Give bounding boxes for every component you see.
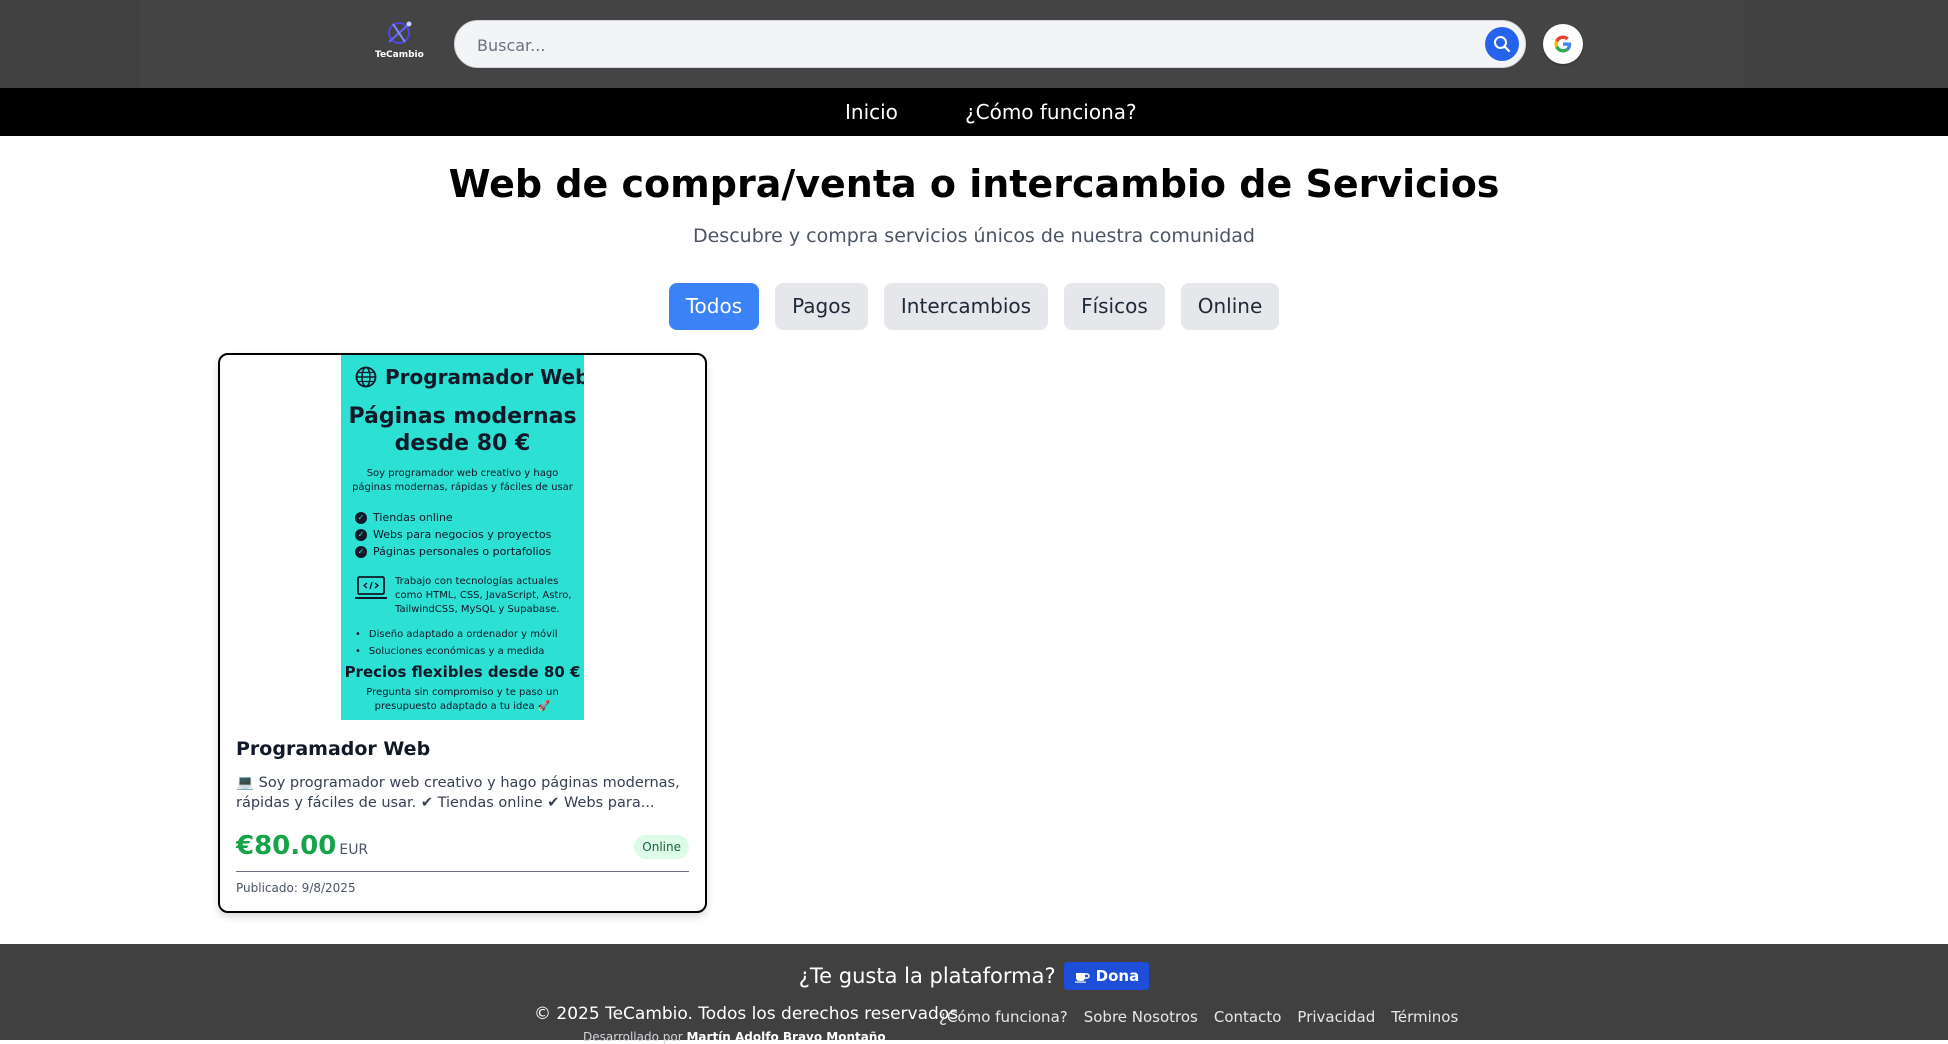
check-circle-icon: ✓ — [355, 545, 367, 558]
image-heading-text: Programador Web — [385, 365, 584, 389]
image-check-text: Tiendas online — [373, 511, 453, 524]
page-title: Web de compra/venta o intercambio de Ser… — [448, 162, 1500, 206]
image-prices: Precios flexibles desde 80 € — [344, 663, 581, 681]
check-circle-icon: ✓ — [355, 511, 367, 524]
footer-link-como-funciona[interactable]: ¿Cómo funciona? — [939, 1008, 1068, 1026]
logo-text: TeCambio — [375, 50, 424, 60]
footer-link-privacidad[interactable]: Privacidad — [1297, 1008, 1375, 1026]
image-bullet-item: Soluciones económicas y a medida — [355, 643, 558, 660]
image-tech-line: TailwindCSS, MySQL y Supabase. — [395, 604, 560, 615]
check-circle-icon: ✓ — [355, 528, 367, 541]
coffee-icon — [1074, 973, 1090, 983]
laptop-code-icon — [355, 576, 387, 599]
footer-link-contacto[interactable]: Contacto — [1214, 1008, 1282, 1026]
nav-item-como-funciona[interactable]: ¿Cómo funciona? — [965, 88, 1137, 136]
image-checklist: ✓ Tiendas online ✓ Webs para negocios y pr… — [355, 509, 551, 560]
page-subtitle: Descubre y compra servicios únicos de nu… — [692, 225, 1255, 247]
image-check-item: ✓ Tiendas online — [355, 509, 551, 526]
filter-intercambios[interactable]: Intercambios — [883, 283, 1049, 330]
image-check-item: ✓ Webs para negocios y proyectos — [355, 526, 551, 543]
service-title[interactable]: Programador Web — [236, 738, 430, 760]
google-login-button[interactable] — [1543, 24, 1583, 64]
status-badge: Online — [634, 835, 689, 859]
image-intro: Soy programador web creativo y hago pági… — [341, 467, 584, 495]
image-headline-line: Páginas modernas — [348, 404, 577, 429]
service-price: €80.00 EUR — [236, 831, 368, 861]
published-date: Publicado: 9/8/2025 — [236, 881, 356, 895]
donate-question: ¿Te gusta la plataforma? — [798, 964, 1056, 988]
filter-pagos[interactable]: Pagos — [775, 283, 868, 330]
main-nav: Inicio ¿Cómo funciona? — [0, 88, 1948, 136]
developer-name: Martín Adolfo Bravo Montaño — [686, 1030, 886, 1044]
service-card[interactable]: Programador Web Páginas modernas desde 8… — [218, 353, 707, 913]
image-check-text: Páginas personales o portafolios — [373, 545, 552, 558]
filter-online[interactable]: Online — [1180, 283, 1280, 330]
developer-prefix: Desarrollado por — [583, 1030, 683, 1044]
price-currency: EUR — [339, 842, 369, 858]
filter-fisicos[interactable]: Físicos — [1064, 283, 1165, 330]
image-tech-text: Trabajo con tecnologías actuales como HT… — [395, 575, 580, 617]
image-intro-line: páginas modernas, rápidas y fáciles de u… — [352, 482, 573, 493]
donate-label: Dona — [1095, 967, 1140, 985]
image-headline: Páginas modernas desde 80 € — [341, 403, 584, 457]
image-bullets: Diseño adaptado a ordenador y móvil Solu… — [355, 626, 558, 660]
top-header: TeCambio — [0, 0, 1948, 88]
image-tech-line: como HTML, CSS, JavaScript, Astro, — [395, 590, 572, 601]
page-footer: ¿Te gusta la plataforma? Dona © 2025 TeC… — [0, 944, 1948, 1044]
search-icon — [1494, 36, 1511, 53]
image-cta-line: presupuesto adaptado a tu idea 🚀 — [374, 701, 551, 712]
filter-tabs: Todos Pagos Intercambios Físicos Online — [0, 283, 1948, 331]
site-logo[interactable]: TeCambio — [375, 18, 424, 68]
image-check-text: Webs para negocios y proyectos — [373, 528, 552, 541]
search-input[interactable] — [475, 21, 1439, 69]
footer-links: ¿Cómo funciona? Sobre Nosotros Contacto … — [939, 1008, 1458, 1026]
developer-credit: Desarrollado por Martín Adolfo Bravo Mon… — [583, 1030, 886, 1044]
price-value: €80.00 — [236, 831, 337, 861]
image-cta-line: Pregunta sin compromiso y te paso un — [366, 687, 559, 698]
image-headline-line: desde 80 € — [394, 431, 531, 456]
image-intro-line: Soy programador web creativo y hago — [366, 468, 559, 479]
image-bullet-item: Diseño adaptado a ordenador y móvil — [355, 626, 558, 643]
footer-link-terminos[interactable]: Términos — [1391, 1008, 1458, 1026]
logo-icon — [388, 21, 412, 44]
image-heading: Programador Web — [355, 365, 584, 389]
donate-button[interactable]: Dona — [1063, 962, 1150, 990]
copyright: © 2025 TeCambio. Todos los derechos rese… — [534, 1004, 959, 1024]
search-bar — [454, 20, 1526, 69]
image-check-item: ✓ Páginas personales o portafolios — [355, 543, 551, 560]
image-tech-line: Trabajo con tecnologías actuales — [395, 576, 559, 587]
globe-icon — [355, 366, 377, 388]
card-divider — [236, 871, 689, 872]
service-image[interactable]: Programador Web Páginas modernas desde 8… — [341, 355, 584, 720]
image-cta: Pregunta sin compromiso y te paso un pre… — [341, 686, 584, 714]
service-description: 💻 Soy programador web creativo y hago pá… — [236, 775, 680, 811]
filter-todos[interactable]: Todos — [668, 283, 760, 330]
image-tech: Trabajo con tecnologías actuales como HT… — [355, 575, 580, 617]
nav-item-inicio[interactable]: Inicio — [845, 88, 898, 136]
footer-link-sobre-nosotros[interactable]: Sobre Nosotros — [1084, 1008, 1198, 1026]
google-icon — [1554, 35, 1572, 53]
donate-row: ¿Te gusta la plataforma? Dona — [0, 962, 1948, 990]
search-button[interactable] — [1485, 27, 1519, 61]
